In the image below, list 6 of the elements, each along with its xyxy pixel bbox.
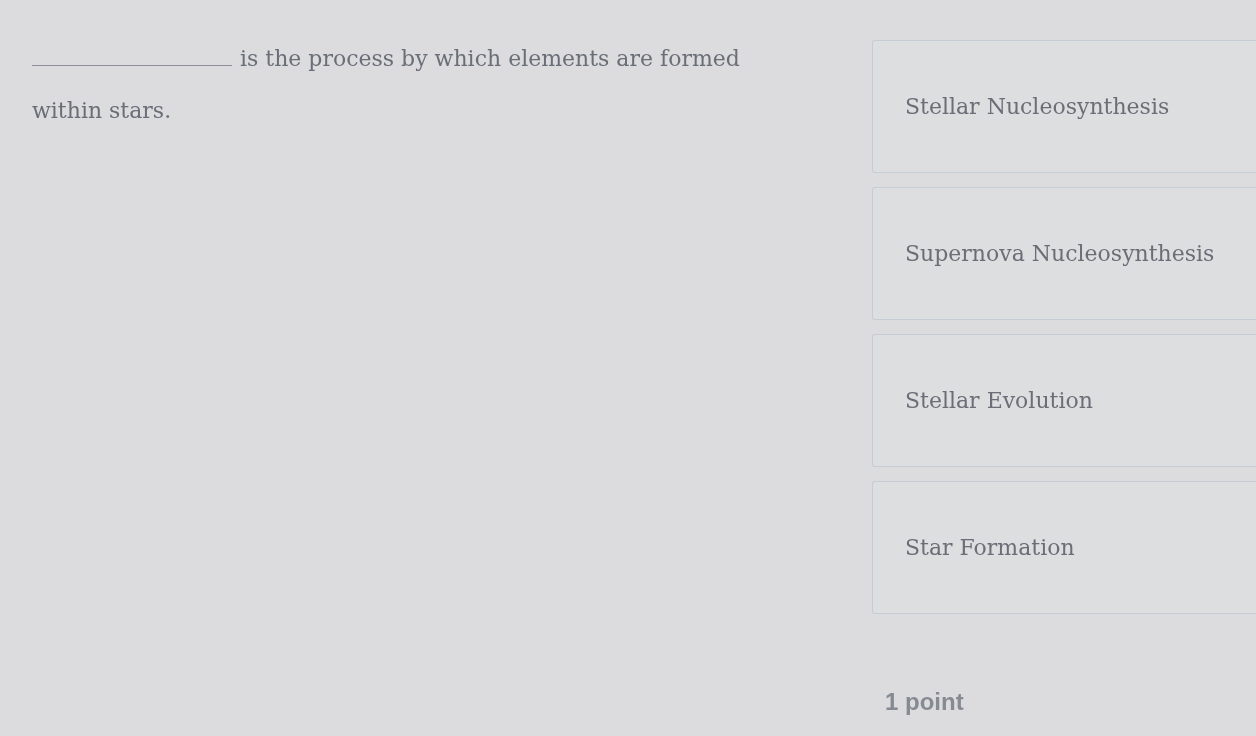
points-label: 1 point <box>885 688 964 715</box>
answer-option[interactable]: Star Formation <box>872 481 1256 614</box>
answer-option[interactable]: Supernova Nucleosynthesis <box>872 187 1256 320</box>
answer-option[interactable]: Stellar Evolution <box>872 334 1256 467</box>
question-text: is the process by which elements are formed within stars. <box>32 33 802 137</box>
answer-option[interactable]: Stellar Nucleosynthesis <box>872 40 1256 173</box>
